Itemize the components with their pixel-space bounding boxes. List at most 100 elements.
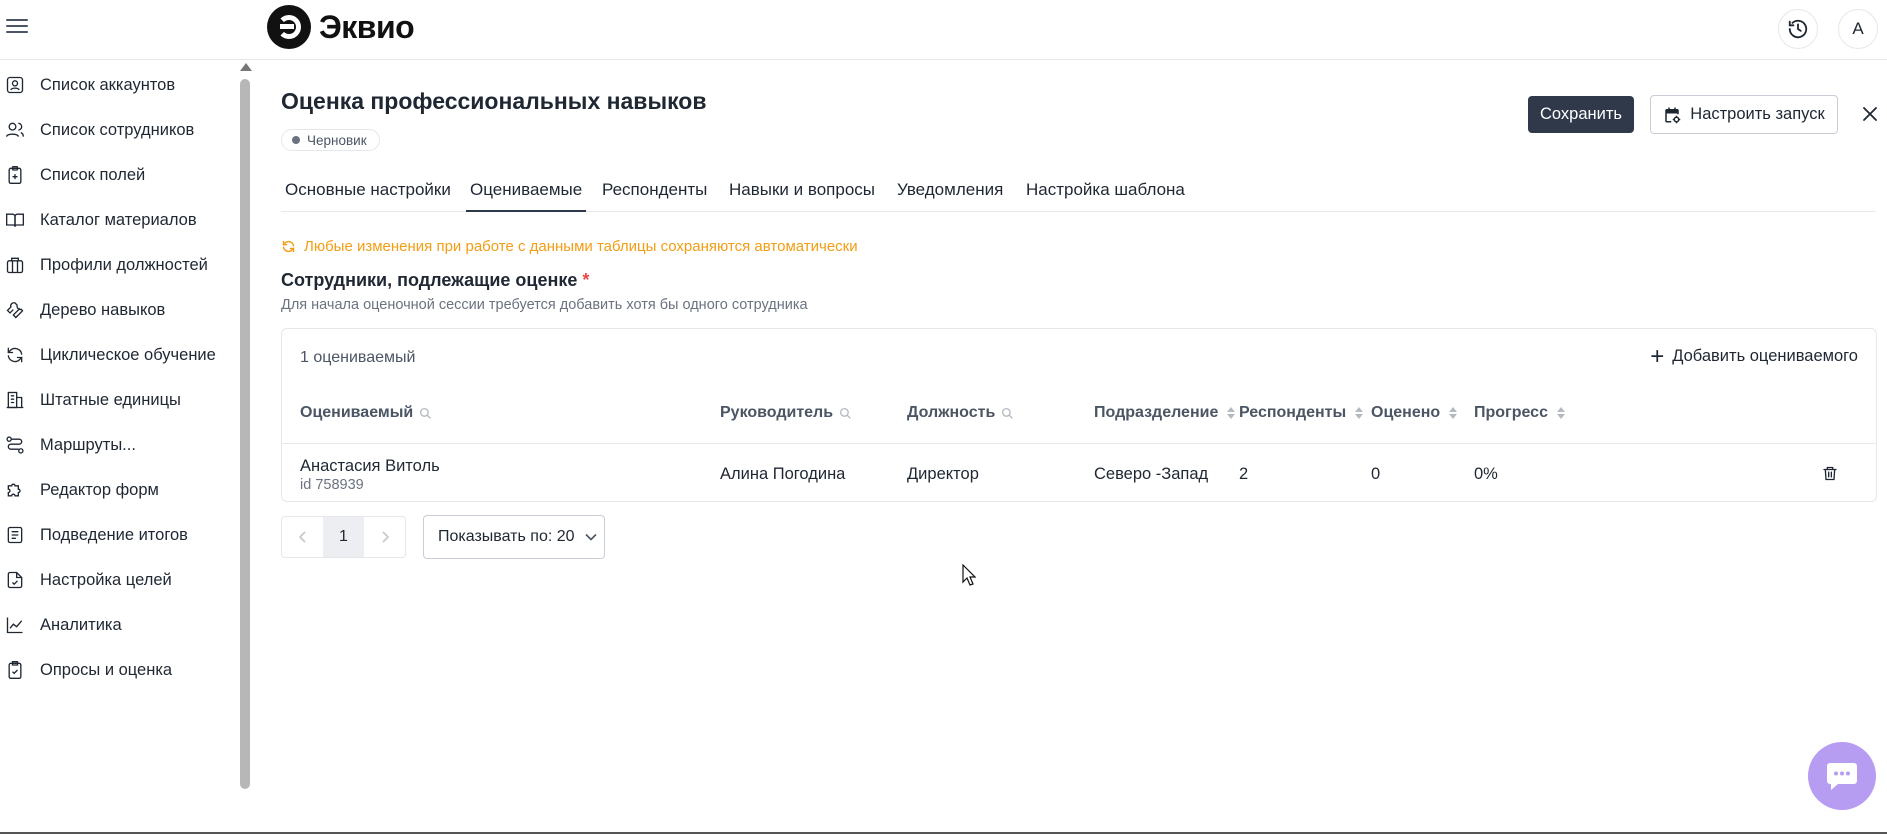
sidebar-item-routes[interactable]: Маршруты...	[0, 425, 236, 465]
sidebar-item-label: Настройка целей	[40, 570, 172, 589]
building-icon	[4, 389, 26, 411]
logo-text: Эквио	[319, 8, 415, 45]
column-header-evaluated[interactable]: Оцениваемый	[300, 404, 432, 422]
page-title: Оценка профессиональных навыков	[281, 88, 707, 114]
section-title-text: Сотрудники, подлежащие оценке	[281, 270, 578, 290]
logo-mark-icon	[267, 5, 311, 49]
sidebar-item-goals[interactable]: Настройка целей	[0, 560, 236, 600]
calendar-settings-icon	[1663, 106, 1681, 124]
account-list-icon	[4, 74, 26, 96]
trash-icon[interactable]	[1822, 465, 1838, 482]
sidebar-item-form-editor[interactable]: Редактор форм	[0, 470, 236, 510]
next-page-button[interactable]	[364, 517, 405, 557]
pagination: 1	[281, 516, 406, 558]
logo[interactable]: Эквио	[267, 5, 415, 49]
tab-notifications[interactable]: Уведомления	[893, 176, 1007, 212]
sidebar-item-accounts[interactable]: Список аккаунтов	[0, 65, 236, 105]
target-doc-icon	[4, 569, 26, 591]
column-header-manager[interactable]: Руководитель	[720, 404, 852, 422]
table-divider	[282, 443, 1876, 444]
configure-launch-button[interactable]: Настроить запуск	[1650, 95, 1838, 134]
sidebar-item-analytics[interactable]: Аналитика	[0, 605, 236, 645]
status-badge: Черновик	[281, 129, 380, 151]
tab-evaluated[interactable]: Оцениваемые	[466, 176, 587, 212]
column-header-label: Подразделение	[1094, 404, 1219, 421]
sidebar-item-label: Маршруты...	[40, 435, 136, 454]
section-title: Сотрудники, подлежащие оценке *	[281, 270, 589, 291]
save-button[interactable]: Сохранить	[1528, 96, 1634, 133]
sidebar-scrollbar[interactable]	[240, 63, 252, 795]
search-icon[interactable]	[1001, 407, 1014, 420]
sort-icon[interactable]	[1355, 407, 1364, 419]
evaluated-value: 0	[1371, 465, 1381, 483]
column-header-label: Оцениваемый	[300, 404, 414, 421]
tab-template-settings[interactable]: Настройка шаблона	[1022, 176, 1189, 212]
mouse-cursor-icon	[962, 563, 977, 591]
tab-main-settings[interactable]: Основные настройки	[281, 176, 455, 212]
scroll-up-arrow-icon[interactable]	[240, 63, 252, 71]
clipboard-icon	[4, 164, 26, 186]
chat-button[interactable]	[1808, 742, 1876, 810]
add-evaluated-button[interactable]: + Добавить оцениваемого	[1650, 342, 1858, 370]
column-header-department[interactable]: Подразделение	[1094, 404, 1236, 422]
required-mark: *	[582, 270, 590, 290]
page-size-select[interactable]: Показывать по: 20	[423, 515, 605, 559]
autosave-notice: Любые изменения при работе с данными таб…	[281, 238, 858, 255]
section-hint: Для начала оценочной сессии требуется до…	[281, 297, 808, 313]
chat-icon	[1827, 763, 1857, 790]
top-bar: Эквио А	[0, 0, 1887, 60]
column-header-position[interactable]: Должность	[907, 404, 1014, 422]
sidebar-item-job-profiles[interactable]: Профили должностей	[0, 245, 236, 285]
route-icon	[4, 434, 26, 456]
sort-icon[interactable]	[1556, 407, 1565, 419]
sidebar-item-label: Редактор форм	[40, 480, 159, 499]
column-header-evaluated-count[interactable]: Оценено	[1371, 404, 1458, 422]
column-header-respondents[interactable]: Респонденты	[1239, 404, 1364, 422]
sidebar-item-catalog[interactable]: Каталог материалов	[0, 200, 236, 240]
chevron-left-icon	[298, 531, 306, 543]
sidebar-item-skill-tree[interactable]: Дерево навыков	[0, 290, 236, 330]
sidebar-item-employees[interactable]: Список сотрудников	[0, 110, 236, 150]
sort-icon[interactable]	[1449, 407, 1458, 419]
evaluated-count: 1 оцениваемый	[300, 349, 416, 366]
column-header-label: Оценено	[1371, 404, 1441, 421]
sidebar-item-fields[interactable]: Список полей	[0, 155, 236, 195]
column-header-label: Прогресс	[1474, 404, 1548, 421]
sidebar-item-label: Подведение итогов	[40, 525, 188, 544]
menu-icon[interactable]	[6, 16, 28, 34]
survey-icon	[4, 659, 26, 681]
plus-icon: +	[1650, 342, 1665, 370]
progress-value: 0%	[1474, 465, 1498, 483]
tab-skills-questions[interactable]: Навыки и вопросы	[725, 176, 879, 212]
tab-respondents[interactable]: Респонденты	[598, 176, 711, 212]
configure-launch-label: Настроить запуск	[1690, 105, 1825, 123]
column-header-progress[interactable]: Прогресс	[1474, 404, 1565, 422]
sidebar-item-cyclic-learning[interactable]: Циклическое обучение	[0, 335, 236, 375]
search-icon[interactable]	[839, 407, 852, 420]
close-icon[interactable]	[1858, 102, 1882, 126]
sidebar-item-staff-units[interactable]: Штатные единицы	[0, 380, 236, 420]
avatar[interactable]: А	[1838, 9, 1878, 49]
status-dot-icon	[292, 136, 300, 144]
respondents-value: 2	[1239, 465, 1249, 483]
sidebar-item-label: Дерево навыков	[40, 300, 166, 319]
page-number[interactable]: 1	[323, 517, 364, 557]
sidebar-item-label: Опросы и оценка	[40, 660, 173, 679]
sidebar-item-summary[interactable]: Подведение итогов	[0, 515, 236, 555]
report-icon	[4, 524, 26, 546]
history-button[interactable]	[1778, 9, 1818, 49]
department-value: Северо -Запад	[1094, 465, 1209, 483]
sidebar-item-label: Профили должностей	[40, 255, 208, 274]
search-icon[interactable]	[419, 407, 432, 420]
sort-icon[interactable]	[1227, 407, 1236, 419]
clock-history-icon	[1788, 19, 1808, 39]
prev-page-button[interactable]	[282, 517, 323, 557]
sidebar-item-label: Аналитика	[40, 615, 122, 634]
chevron-right-icon	[381, 531, 389, 543]
sidebar-item-surveys[interactable]: Опросы и оценка	[0, 650, 236, 690]
sidebar-item-label: Список аккаунтов	[40, 75, 176, 94]
scrollbar-thumb[interactable]	[240, 79, 250, 789]
page-size-label: Показывать по: 20	[438, 528, 575, 545]
evaluated-name[interactable]: Анастасия Витоль	[300, 457, 440, 476]
status-label: Черновик	[307, 132, 367, 148]
